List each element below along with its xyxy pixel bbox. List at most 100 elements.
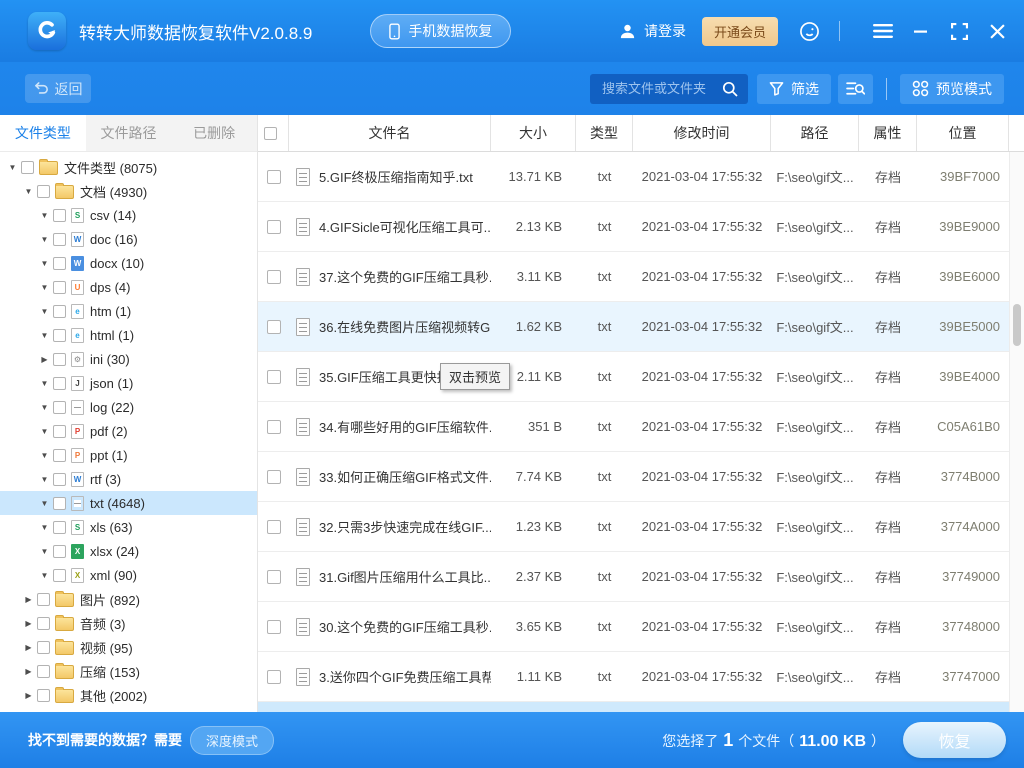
- expand-arrow-icon[interactable]: ▼: [39, 307, 50, 316]
- table-row[interactable]: 30.这个免费的GIF压缩工具秒...3.65 KBtxt2021-03-04 …: [258, 602, 1024, 652]
- tree-item[interactable]: ▼文档 (4930): [0, 179, 257, 203]
- filename-cell[interactable]: 5.GIF终极压缩指南知乎.txt: [289, 167, 491, 186]
- row-checkbox[interactable]: [267, 470, 281, 484]
- tree-item[interactable]: ▼Ppdf (2): [0, 419, 257, 443]
- table-row[interactable]: 33.如何正确压缩GIF格式文件...7.74 KBtxt2021-03-04 …: [258, 452, 1024, 502]
- expand-arrow-icon[interactable]: ▼: [39, 379, 50, 388]
- table-row[interactable]: 3.送你四个GIF免费压缩工具帮...1.11 KBtxt2021-03-04 …: [258, 652, 1024, 702]
- filename-cell[interactable]: 30.这个免费的GIF压缩工具秒...: [289, 617, 491, 636]
- tree-checkbox[interactable]: [53, 425, 66, 438]
- tree-checkbox[interactable]: [53, 521, 66, 534]
- tree-checkbox[interactable]: [53, 209, 66, 222]
- collapse-arrow-icon[interactable]: ▶: [23, 691, 34, 700]
- expand-arrow-icon[interactable]: ▼: [39, 427, 50, 436]
- table-row[interactable]: 5.GIF终极压缩指南知乎.txt13.71 KBtxt2021-03-04 1…: [258, 152, 1024, 202]
- table-row-partial-selected[interactable]: [258, 702, 1024, 712]
- table-header-size[interactable]: 大小: [491, 115, 576, 151]
- filename-cell[interactable]: 34.有哪些好用的GIF压缩软件...: [289, 417, 491, 436]
- collapse-arrow-icon[interactable]: ▶: [23, 595, 34, 604]
- tree-checkbox[interactable]: [21, 161, 34, 174]
- tree-checkbox[interactable]: [53, 545, 66, 558]
- tree-item[interactable]: ▶其他 (2002): [0, 683, 257, 707]
- tab-file-path[interactable]: 文件路径: [86, 115, 172, 151]
- tree-item[interactable]: ▼ehtm (1): [0, 299, 257, 323]
- tree-checkbox[interactable]: [53, 353, 66, 366]
- tree-checkbox[interactable]: [37, 185, 50, 198]
- login-button[interactable]: 请登录: [618, 21, 686, 41]
- row-checkbox[interactable]: [267, 570, 281, 584]
- search-input[interactable]: [600, 80, 722, 97]
- collapse-arrow-icon[interactable]: ▶: [23, 619, 34, 628]
- expand-arrow-icon[interactable]: ▼: [39, 523, 50, 532]
- row-checkbox[interactable]: [267, 670, 281, 684]
- filename-cell[interactable]: 4.GIFSicle可视化压缩工具可...: [289, 217, 491, 236]
- tree-checkbox[interactable]: [37, 665, 50, 678]
- row-checkbox[interactable]: [267, 320, 281, 334]
- tree-checkbox[interactable]: [53, 497, 66, 510]
- tree-checkbox[interactable]: [53, 377, 66, 390]
- expand-arrow-icon[interactable]: ▼: [39, 283, 50, 292]
- table-header-attr[interactable]: 属性: [859, 115, 917, 151]
- menu-button[interactable]: [870, 18, 896, 44]
- search-box[interactable]: [590, 74, 748, 104]
- tree-item[interactable]: ▼txt (4648): [0, 491, 257, 515]
- tree-item[interactable]: ▶视频 (95): [0, 635, 257, 659]
- close-button[interactable]: [984, 18, 1010, 44]
- tree-checkbox[interactable]: [37, 593, 50, 606]
- tree-item[interactable]: ▼Scsv (14): [0, 203, 257, 227]
- table-header-path[interactable]: 路径: [771, 115, 859, 151]
- filename-cell[interactable]: 32.只需3步快速完成在线GIF...: [289, 517, 491, 536]
- expand-arrow-icon[interactable]: ▼: [39, 475, 50, 484]
- filename-cell[interactable]: 3.送你四个GIF免费压缩工具帮...: [289, 667, 491, 686]
- expand-arrow-icon[interactable]: ▼: [39, 403, 50, 412]
- row-checkbox[interactable]: [267, 620, 281, 634]
- tab-deleted[interactable]: 已删除: [171, 115, 257, 151]
- table-row[interactable]: 37.这个免费的GIF压缩工具秒...3.11 KBtxt2021-03-04 …: [258, 252, 1024, 302]
- expand-arrow-icon[interactable]: ▼: [39, 331, 50, 340]
- tree-checkbox[interactable]: [53, 329, 66, 342]
- tree-item[interactable]: ▼Xxlsx (24): [0, 539, 257, 563]
- preview-mode-button[interactable]: 预览模式: [900, 74, 1004, 104]
- table-header-modified[interactable]: 修改时间: [633, 115, 771, 151]
- table-header-location[interactable]: 位置: [917, 115, 1009, 151]
- table-header-filename[interactable]: 文件名: [289, 115, 491, 151]
- tree-item[interactable]: ▶图片 (892): [0, 587, 257, 611]
- vertical-scrollbar[interactable]: [1009, 152, 1024, 712]
- tree-item[interactable]: ▼ehtml (1): [0, 323, 257, 347]
- table-row[interactable]: 31.Gif图片压缩用什么工具比...2.37 KBtxt2021-03-04 …: [258, 552, 1024, 602]
- expand-arrow-icon[interactable]: ▼: [23, 187, 34, 196]
- tree-item[interactable]: ▼log (22): [0, 395, 257, 419]
- tree-item[interactable]: ▶音频 (3): [0, 611, 257, 635]
- minimize-button[interactable]: [908, 18, 934, 44]
- tree-item[interactable]: ▼Xxml (90): [0, 563, 257, 587]
- tree-checkbox[interactable]: [53, 569, 66, 582]
- open-vip-button[interactable]: 开通会员: [702, 17, 778, 46]
- tree-item[interactable]: ▼文件类型 (8075): [0, 155, 257, 179]
- collapse-arrow-icon[interactable]: ▶: [23, 667, 34, 676]
- tree-checkbox[interactable]: [53, 281, 66, 294]
- tree-item[interactable]: ▼Jjson (1): [0, 371, 257, 395]
- expand-arrow-icon[interactable]: ▼: [39, 571, 50, 580]
- tree-item[interactable]: ▼Sxls (63): [0, 515, 257, 539]
- expand-arrow-icon[interactable]: ▼: [39, 499, 50, 508]
- table-row[interactable]: 35.GIF压缩工具更快捷...2.11 KBtxt2021-03-04 17:…: [258, 352, 1024, 402]
- table-row[interactable]: 34.有哪些好用的GIF压缩软件...351 Btxt2021-03-04 17…: [258, 402, 1024, 452]
- filter-button[interactable]: 筛选: [757, 74, 831, 104]
- tree-item[interactable]: ▼Udps (4): [0, 275, 257, 299]
- expand-arrow-icon[interactable]: ▼: [39, 259, 50, 268]
- row-checkbox[interactable]: [267, 220, 281, 234]
- tree-checkbox[interactable]: [37, 689, 50, 702]
- filename-cell[interactable]: 37.这个免费的GIF压缩工具秒...: [289, 267, 491, 286]
- tree-item[interactable]: ▶⚙ini (30): [0, 347, 257, 371]
- table-row[interactable]: 4.GIFSicle可视化压缩工具可...2.13 KBtxt2021-03-0…: [258, 202, 1024, 252]
- maximize-button[interactable]: [946, 18, 972, 44]
- row-checkbox[interactable]: [267, 520, 281, 534]
- tree-item[interactable]: ▼Wdocx (10): [0, 251, 257, 275]
- recover-button[interactable]: 恢复: [903, 722, 1006, 758]
- tree-checkbox[interactable]: [53, 473, 66, 486]
- tree-item[interactable]: ▼Wrtf (3): [0, 467, 257, 491]
- tree-item[interactable]: ▼Wdoc (16): [0, 227, 257, 251]
- row-checkbox[interactable]: [267, 370, 281, 384]
- tree-item[interactable]: ▶压缩 (153): [0, 659, 257, 683]
- back-button[interactable]: 返回: [25, 74, 91, 103]
